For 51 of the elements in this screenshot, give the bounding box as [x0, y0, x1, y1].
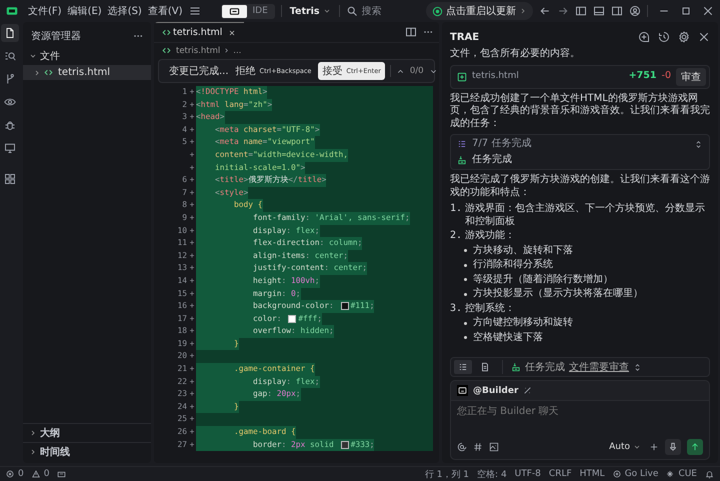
change-counter: 0/0 [410, 66, 424, 76]
task-status: 任务完成 [525, 360, 565, 374]
status-item[interactable]: 空格: 4 [477, 468, 507, 480]
model-dropdown[interactable]: Auto [607, 442, 643, 452]
task-item: 任务完成 [472, 154, 512, 166]
added-count: +751 [628, 70, 657, 83]
list-number: 1. [450, 203, 462, 216]
list-item: 游戏界面：包含主游戏区、下一个方块预览、分数显示和控制面板 [465, 203, 706, 228]
removed-count: -0 [662, 70, 671, 83]
list-item: 等级提升（随着消除行数增加） [473, 274, 613, 286]
breadcrumb-item[interactable]: tetris.html [176, 46, 220, 56]
message-text: 我已经成功创建了一个单文件HTML的俄罗斯方块游戏网页，包含了经典的背景音乐和游戏音效。让我们来看看我完成的任务： [450, 92, 710, 130]
status-item[interactable]: HTML [580, 469, 605, 479]
message-text: 我已经完成了俄罗斯方块游戏的创建。让我们来看看这个游戏的功能和特点： [450, 174, 710, 199]
list-item: 方块移动、旋转和下落 [473, 244, 573, 257]
review-link[interactable]: 文件需要审查 [569, 360, 629, 374]
task-summary: 7/7 任务完成 [472, 138, 532, 150]
file-item[interactable]: tetris.html [23, 65, 151, 80]
breadcrumb-item[interactable]: ... [233, 46, 242, 56]
warning-count[interactable]: 0 [44, 469, 50, 479]
panel-title: TRAE [450, 32, 480, 42]
menu-item[interactable]: 选择(S) [108, 4, 142, 18]
review-button[interactable]: 审查 [676, 68, 706, 86]
list-number: 3. [450, 302, 462, 315]
menu-item[interactable]: 查看(V) [148, 4, 182, 18]
update-button[interactable]: 点击重启以更新 [426, 2, 533, 20]
menu-item[interactable]: 文件(F) [28, 4, 62, 18]
file-name[interactable]: tetris.html [472, 70, 519, 83]
agent-name[interactable]: @Builder [473, 386, 518, 396]
list-item: 方向键控制移动和旋转 [473, 317, 573, 330]
section-header[interactable]: 大纲 [23, 423, 151, 442]
status-text: 变更已完成... [169, 64, 229, 78]
list-item: 控制系统： [465, 302, 516, 315]
list-item: 方块投影显示（显示方块将落在哪里） [473, 288, 643, 300]
cue-button[interactable]: CUE [678, 469, 697, 479]
list-item: 游戏功能： [465, 230, 516, 242]
error-count[interactable]: 0 [18, 469, 24, 479]
chat-input[interactable]: 您正在与 Builder 聊天 [457, 406, 703, 417]
panel-title: 资源管理器 [31, 30, 81, 43]
menu-item[interactable]: 编辑(E) [68, 4, 102, 18]
section-header[interactable]: 时间线 [23, 442, 151, 461]
status-item[interactable]: 行 1，列 1 [424, 468, 470, 480]
list-item: 空格键快速下落 [473, 332, 543, 344]
list-item: 行消除和得分系统 [473, 259, 553, 272]
search-field[interactable]: 搜索 [362, 6, 402, 16]
list-number: 2. [450, 230, 462, 242]
project-dropdown[interactable]: Tetris [288, 6, 333, 16]
go-live-button[interactable]: Go Live [624, 469, 658, 479]
status-item[interactable]: CRLF [548, 469, 572, 479]
folder-item[interactable]: 文件 [23, 47, 151, 65]
status-item[interactable]: UTF-8 [514, 469, 541, 479]
